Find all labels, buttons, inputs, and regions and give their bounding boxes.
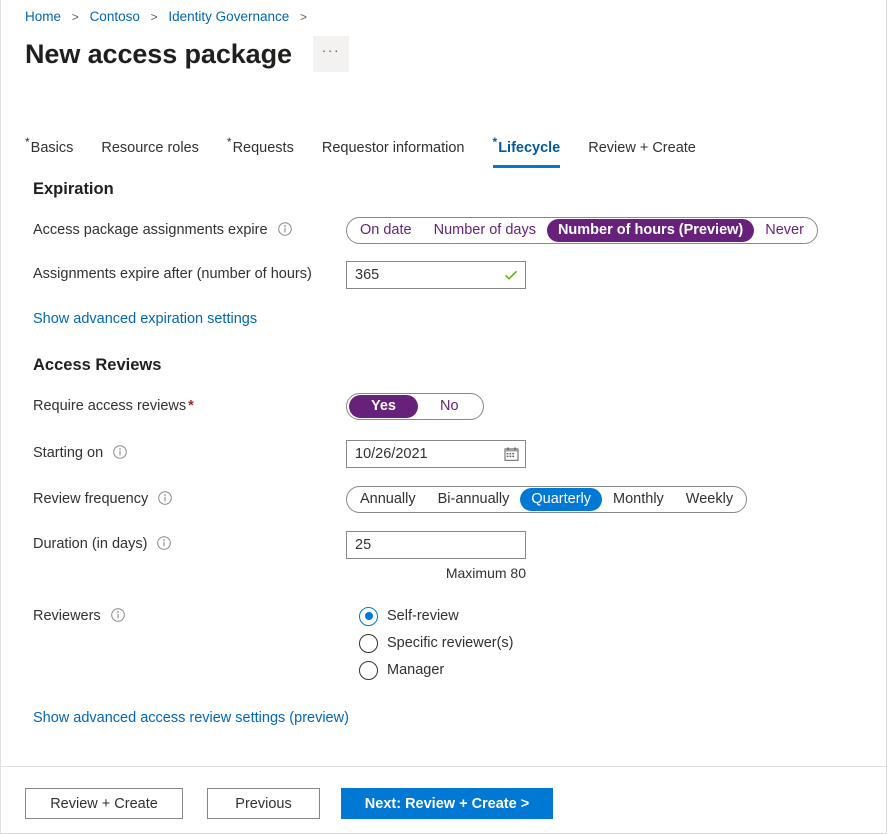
radio-label: Self-review xyxy=(387,608,459,624)
breadcrumb: Home > Contoso > Identity Governance > xyxy=(25,8,314,26)
field-label: Duration (in days) xyxy=(33,531,346,554)
choice-on-date[interactable]: On date xyxy=(349,219,423,242)
choice-annually[interactable]: Annually xyxy=(349,488,427,511)
tab-resource-roles[interactable]: Resource roles xyxy=(101,139,199,168)
choice-weekly[interactable]: Weekly xyxy=(675,488,744,511)
duration-field-column: Maximum 80 xyxy=(346,531,526,581)
label-text: Starting on xyxy=(33,445,103,461)
radio-specific-reviewers[interactable]: Specific reviewer(s) xyxy=(359,630,514,656)
tab-label: Review + Create xyxy=(588,140,696,156)
field-expire-after: Assignments expire after (number of hour… xyxy=(33,261,886,289)
starting-on-input[interactable] xyxy=(347,441,525,467)
required-marker: * xyxy=(188,398,194,414)
tab-label: Requests xyxy=(233,140,294,156)
info-icon[interactable] xyxy=(278,222,292,236)
breadcrumb-separator: > xyxy=(72,10,79,24)
duration-helper-text: Maximum 80 xyxy=(346,565,526,581)
choice-group-review-frequency: Annually Bi-annually Quarterly Monthly W… xyxy=(346,486,747,513)
label-text: Require access reviews xyxy=(33,398,186,414)
radio-manager[interactable]: Manager xyxy=(359,657,514,683)
info-icon[interactable] xyxy=(158,491,172,505)
field-reviewers: Reviewers Self-review Specific reviewer(… xyxy=(33,603,886,684)
tab-label: Requestor information xyxy=(322,140,465,156)
section-heading-expiration: Expiration xyxy=(33,180,886,199)
tab-label: Basics xyxy=(31,140,74,156)
label-text: Access package assignments expire xyxy=(33,222,268,238)
expire-after-input[interactable] xyxy=(347,262,525,288)
choice-bi-annually[interactable]: Bi-annually xyxy=(427,488,521,511)
choice-quarterly[interactable]: Quarterly xyxy=(520,488,602,511)
wizard-tabs: *Basics Resource roles *Requests Request… xyxy=(25,133,724,168)
page-title: New access package xyxy=(25,37,292,71)
choice-monthly[interactable]: Monthly xyxy=(602,488,675,511)
section-heading-access-reviews: Access Reviews xyxy=(33,356,886,375)
review-create-button[interactable]: Review + Create xyxy=(25,788,183,819)
expire-after-input-wrapper xyxy=(346,261,526,289)
tab-label: Resource roles xyxy=(101,140,199,156)
choice-never[interactable]: Never xyxy=(754,219,815,242)
field-label: Review frequency xyxy=(33,486,346,509)
tab-label: Lifecycle xyxy=(498,140,560,156)
field-label: Require access reviews* xyxy=(33,393,346,416)
breadcrumb-item-identity-governance[interactable]: Identity Governance xyxy=(168,9,289,24)
previous-button[interactable]: Previous xyxy=(207,788,320,819)
footer-bar: Review + Create Previous Next: Review + … xyxy=(1,767,886,833)
field-label: Starting on xyxy=(33,440,346,463)
choice-number-of-hours-preview[interactable]: Number of hours (Preview) xyxy=(547,219,754,242)
starting-on-input-wrapper xyxy=(346,440,526,468)
label-text: Reviewers xyxy=(33,608,101,624)
calendar-icon[interactable] xyxy=(504,447,519,462)
required-marker: * xyxy=(25,135,30,149)
tab-requestor-information[interactable]: Requestor information xyxy=(322,139,465,168)
tab-basics[interactable]: *Basics xyxy=(25,133,73,168)
next-review-create-button[interactable]: Next: Review + Create > xyxy=(341,788,553,819)
checkmark-icon xyxy=(504,268,518,282)
radio-label: Manager xyxy=(387,662,444,678)
field-duration: Duration (in days) Maximum 80 xyxy=(33,531,886,581)
required-marker: * xyxy=(227,135,232,149)
choice-number-of-days[interactable]: Number of days xyxy=(423,219,547,242)
choice-group-assignments-expire: On date Number of days Number of hours (… xyxy=(346,217,818,244)
radio-mark-icon xyxy=(359,634,378,653)
duration-input[interactable] xyxy=(347,532,525,558)
breadcrumb-separator: > xyxy=(300,10,307,24)
field-label: Assignments expire after (number of hour… xyxy=(33,261,346,284)
info-icon[interactable] xyxy=(157,536,171,550)
link-show-advanced-expiration[interactable]: Show advanced expiration settings xyxy=(33,311,257,327)
field-assignments-expire: Access package assignments expire On dat… xyxy=(33,217,886,244)
required-marker: * xyxy=(493,135,498,149)
choice-yes[interactable]: Yes xyxy=(349,395,418,418)
tab-lifecycle[interactable]: *Lifecycle xyxy=(493,133,561,168)
radio-group-reviewers: Self-review Specific reviewer(s) Manager xyxy=(359,603,514,684)
field-label: Access package assignments expire xyxy=(33,217,346,240)
choice-no[interactable]: No xyxy=(418,395,481,418)
ellipsis-glyph: ··· xyxy=(322,43,341,57)
form-content: Expiration Access package assignments ex… xyxy=(1,180,886,727)
radio-label: Specific reviewer(s) xyxy=(387,635,514,651)
new-access-package-blade: Home > Contoso > Identity Governance > N… xyxy=(0,0,887,834)
breadcrumb-separator: > xyxy=(151,10,158,24)
field-label: Reviewers xyxy=(33,603,346,626)
choice-group-require-access-reviews: Yes No xyxy=(346,393,484,420)
radio-mark-icon xyxy=(359,607,378,626)
label-text: Review frequency xyxy=(33,491,148,507)
label-text: Duration (in days) xyxy=(33,536,147,552)
info-icon[interactable] xyxy=(113,445,127,459)
field-starting-on: Starting on xyxy=(33,440,886,468)
duration-input-wrapper xyxy=(346,531,526,559)
breadcrumb-item-home[interactable]: Home xyxy=(25,9,61,24)
info-icon[interactable] xyxy=(111,608,125,622)
radio-self-review[interactable]: Self-review xyxy=(359,603,514,629)
tab-requests[interactable]: *Requests xyxy=(227,133,294,168)
ellipsis-icon[interactable]: ··· xyxy=(313,36,349,72)
title-row: New access package ··· xyxy=(25,36,349,72)
tab-review-create[interactable]: Review + Create xyxy=(588,139,696,168)
radio-mark-icon xyxy=(359,661,378,680)
field-review-frequency: Review frequency Annually Bi-annually Qu… xyxy=(33,486,886,513)
link-show-advanced-access-review[interactable]: Show advanced access review settings (pr… xyxy=(33,710,349,726)
breadcrumb-item-contoso[interactable]: Contoso xyxy=(90,9,140,24)
field-require-access-reviews: Require access reviews* Yes No xyxy=(33,393,886,420)
